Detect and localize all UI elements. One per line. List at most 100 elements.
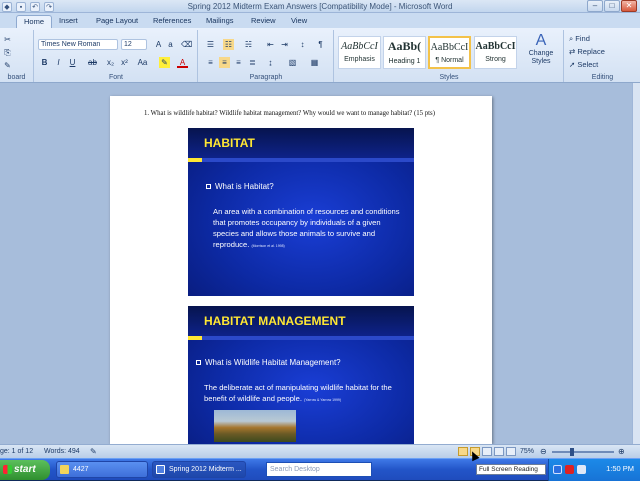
taskbar-item-label: Spring 2012 Midterm ...	[169, 466, 242, 473]
slide-bullet-text: What is Habitat?	[215, 182, 274, 191]
justify-icon[interactable]: ≣	[247, 57, 258, 68]
bullet-square-icon	[196, 360, 201, 365]
bullet-square-icon	[206, 184, 211, 189]
network-icon[interactable]	[577, 465, 586, 474]
shrink-font-icon[interactable]: a	[165, 39, 176, 50]
multilevel-list-icon[interactable]: ☵	[243, 39, 254, 50]
redo-icon[interactable]: ↷	[44, 1, 54, 12]
sort-icon[interactable]: ↕	[297, 39, 308, 50]
start-button[interactable]: start	[0, 460, 50, 480]
slide-body-text: An area with a combination of resources …	[213, 207, 400, 249]
line-spacing-icon[interactable]: ↨	[265, 57, 276, 68]
slide-habitat[interactable]: HABITAT What is Habitat? An area with a …	[188, 128, 414, 296]
style-strong[interactable]: AaBbCcI Strong	[474, 36, 517, 69]
undo-icon[interactable]: ↶	[30, 1, 40, 12]
replace-button[interactable]: ⇄ Replace	[569, 47, 605, 56]
copy-icon[interactable]: ⎘	[2, 47, 13, 58]
zoom-level[interactable]: 75%	[520, 447, 534, 457]
decrease-indent-icon[interactable]: ⇤	[265, 39, 276, 50]
question-text: 1. What is wildlife habitat? Wildlife ha…	[144, 110, 435, 117]
tab-insert[interactable]: Insert	[52, 15, 85, 28]
tab-page-layout[interactable]: Page Layout	[89, 15, 145, 28]
borders-icon[interactable]: ▦	[309, 57, 320, 68]
zoom-in-icon[interactable]: ⊕	[618, 447, 625, 456]
change-styles-button[interactable]: A Change Styles	[521, 32, 561, 72]
print-layout-view-button[interactable]	[458, 447, 468, 456]
desktop-search-input[interactable]: Search Desktop	[266, 462, 372, 477]
bullets-icon[interactable]: ☰	[205, 39, 216, 50]
increase-indent-icon[interactable]: ⇥	[279, 39, 290, 50]
outline-view-button[interactable]	[494, 447, 504, 456]
tab-review[interactable]: Review	[244, 15, 283, 28]
clear-format-icon[interactable]: ⌫	[181, 39, 192, 50]
slide-habitat-management[interactable]: HABITAT MANAGEMENT What is Wildlife Habi…	[188, 306, 414, 444]
italic-icon[interactable]: I	[53, 57, 64, 68]
clipboard-label: board	[7, 74, 26, 81]
numbering-icon[interactable]: ☷	[223, 39, 234, 50]
taskbar-item-label: 4427	[73, 466, 89, 473]
save-icon[interactable]: ▪	[16, 1, 26, 12]
forest-photo	[214, 410, 296, 442]
proofing-icon[interactable]: ✎	[90, 447, 97, 456]
show-marks-icon[interactable]: ¶	[315, 39, 326, 50]
page-count[interactable]: ge: 1 of 12	[0, 447, 33, 457]
zoom-slider[interactable]	[552, 451, 614, 453]
tab-home[interactable]: Home	[16, 15, 53, 28]
web-layout-button[interactable]	[482, 447, 492, 456]
underline-icon[interactable]: U	[67, 57, 78, 68]
language-icon[interactable]	[553, 465, 562, 474]
document-page[interactable]: 1. What is wildlife habitat? Wildlife ha…	[110, 96, 492, 444]
align-center-icon[interactable]: ≡	[219, 57, 230, 68]
word-count[interactable]: Words: 494	[44, 447, 80, 457]
taskbar-item-word[interactable]: Spring 2012 Midterm ...	[152, 461, 246, 478]
cut-icon[interactable]: ✂	[2, 34, 13, 45]
tab-references[interactable]: References	[146, 15, 198, 28]
font-name-select[interactable]: Times New Roman	[38, 39, 118, 50]
windows-flag-icon	[3, 465, 12, 474]
highlight-icon[interactable]: ✎	[159, 57, 170, 68]
align-left-icon[interactable]: ≡	[205, 57, 216, 68]
zoom-out-icon[interactable]: ⊖	[540, 447, 547, 456]
minimize-button[interactable]: –	[587, 0, 603, 12]
shading-icon[interactable]: ▧	[287, 57, 298, 68]
antivirus-icon[interactable]	[565, 465, 574, 474]
word-icon	[156, 465, 165, 474]
style-sample: AaBbCcI	[341, 41, 378, 52]
styles-label: Styles	[439, 74, 459, 81]
taskbar-item-folder[interactable]: 4427	[56, 461, 148, 478]
office-button[interactable]: ◆	[2, 1, 12, 12]
draft-view-button[interactable]	[506, 447, 516, 456]
subscript-icon[interactable]: x₂	[105, 57, 116, 68]
style-heading-1[interactable]: AaBb( Heading 1	[383, 36, 426, 69]
find-button[interactable]: ⌕ Find	[569, 34, 590, 44]
title-bar: ◆ ▪ ↶ ↷ Spring 2012 Midterm Exam Answers…	[0, 0, 640, 13]
clipboard-group: ✂ ⎘ ✎ board	[0, 30, 34, 82]
format-painter-icon[interactable]: ✎	[2, 60, 13, 71]
strikethrough-icon[interactable]: ab	[87, 57, 98, 68]
system-tray: 1:50 PM	[548, 459, 640, 481]
slide-body: The deliberate act of manipulating wildl…	[204, 382, 409, 406]
maximize-button[interactable]: □	[604, 0, 620, 12]
grow-font-icon[interactable]: A	[153, 39, 164, 50]
zoom-slider-thumb[interactable]	[570, 448, 574, 456]
font-color-icon[interactable]: A	[177, 57, 188, 68]
start-label: start	[14, 464, 36, 475]
select-button[interactable]: ➚ Select	[569, 60, 598, 69]
change-case-icon[interactable]: Aa	[137, 57, 148, 68]
tab-view[interactable]: View	[284, 15, 314, 28]
slide-body: An area with a combination of resources …	[213, 206, 408, 252]
style-normal[interactable]: AaBbCcI ¶ Normal	[428, 36, 471, 69]
replace-label: Replace	[577, 47, 605, 56]
style-emphasis[interactable]: AaBbCcI Emphasis	[338, 36, 381, 69]
close-button[interactable]: ✕	[621, 0, 637, 12]
quick-access-toolbar: ◆ ▪ ↶ ↷	[2, 1, 54, 12]
slide-accent	[188, 336, 202, 340]
clock[interactable]: 1:50 PM	[606, 464, 634, 473]
font-size-select[interactable]: 12	[121, 39, 147, 50]
tab-mailings[interactable]: Mailings	[199, 15, 241, 28]
vertical-scrollbar[interactable]	[632, 83, 640, 444]
slide-body-text: The deliberate act of manipulating wildl…	[204, 383, 392, 403]
align-right-icon[interactable]: ≡	[233, 57, 244, 68]
bold-icon[interactable]: B	[39, 57, 50, 68]
superscript-icon[interactable]: x²	[119, 57, 130, 68]
